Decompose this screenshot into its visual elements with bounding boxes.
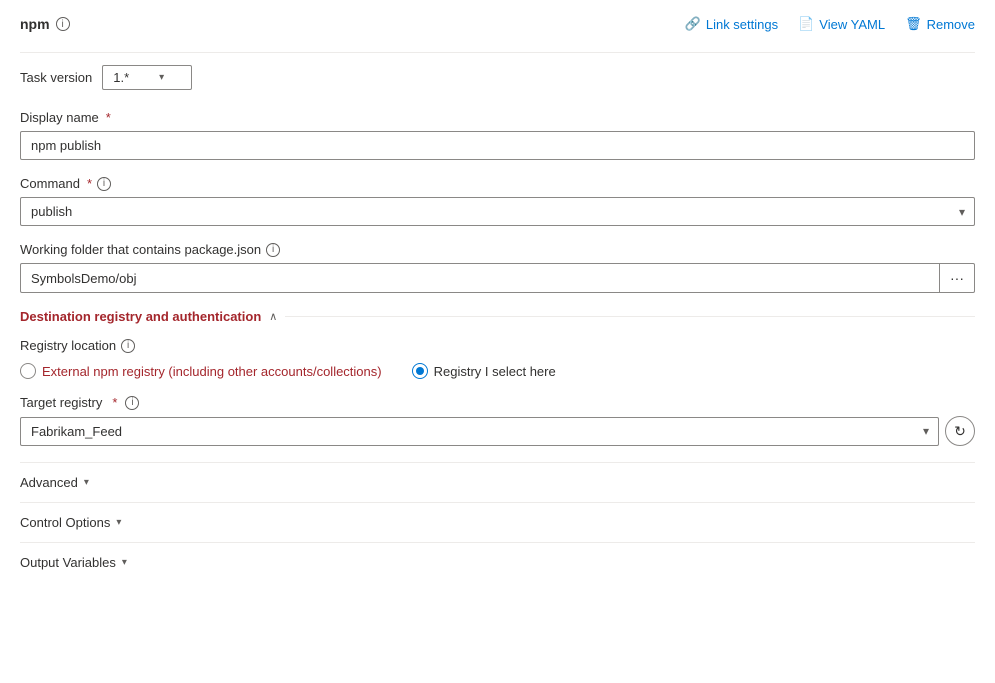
select-here-radio[interactable] <box>412 363 428 379</box>
link-settings-button[interactable]: 🔗 Link settings <box>685 16 778 32</box>
link-settings-label: Link settings <box>706 17 778 32</box>
remove-button[interactable]: 🗑 Remove <box>905 16 975 32</box>
working-folder-label: Working folder that contains package.jso… <box>20 242 261 257</box>
target-registry-required: * <box>112 395 117 410</box>
target-registry-group: Target registry * i Fabrikam_Feed ▾ ↻ <box>20 395 975 446</box>
ellipsis-icon: ··· <box>950 270 964 286</box>
task-version-row: Task version 1.* ▾ <box>20 65 975 90</box>
control-options-header[interactable]: Control Options ▾ <box>20 515 975 530</box>
header-divider <box>20 52 975 53</box>
command-select[interactable]: publish install ci custom <box>20 197 975 226</box>
advanced-chevron: ▾ <box>84 477 89 488</box>
registry-location-group: Registry location i External npm registr… <box>20 338 975 379</box>
registry-location-info-icon[interactable]: i <box>121 339 135 353</box>
display-name-input[interactable] <box>20 131 975 160</box>
select-here-label: Registry I select here <box>434 364 556 379</box>
select-here-radio-dot <box>416 367 424 375</box>
command-group: Command * i publish install ci custom ▾ <box>20 176 975 226</box>
npm-title: npm <box>20 16 50 32</box>
yaml-icon: 📄 <box>798 16 814 32</box>
view-yaml-button[interactable]: 📄 View YAML <box>798 16 885 32</box>
refresh-icon: ↻ <box>954 423 966 440</box>
output-variables-section: Output Variables ▾ <box>20 542 975 582</box>
target-registry-label: Target registry <box>20 395 102 410</box>
output-variables-chevron: ▾ <box>122 557 127 568</box>
command-label: Command <box>20 176 80 191</box>
control-options-label: Control Options <box>20 515 110 530</box>
working-folder-input[interactable] <box>20 263 940 293</box>
working-folder-input-row: ··· <box>20 263 975 293</box>
external-registry-option[interactable]: External npm registry (including other a… <box>20 363 382 379</box>
command-required: * <box>87 176 92 191</box>
registry-location-label-row: Registry location i <box>20 338 975 353</box>
select-here-option[interactable]: Registry I select here <box>412 363 556 379</box>
npm-info-icon[interactable]: i <box>56 17 70 31</box>
display-name-group: Display name * <box>20 110 975 160</box>
working-folder-label-row: Working folder that contains package.jso… <box>20 242 975 257</box>
display-name-required: * <box>106 110 111 125</box>
task-version-select[interactable]: 1.* ▾ <box>102 65 192 90</box>
header-left: npm i <box>20 16 70 32</box>
task-version-chevron: ▾ <box>159 72 164 83</box>
registry-location-options: External npm registry (including other a… <box>20 363 975 379</box>
output-variables-header[interactable]: Output Variables ▾ <box>20 555 975 570</box>
advanced-section: Advanced ▾ <box>20 462 975 502</box>
target-registry-select-wrapper: Fabrikam_Feed ▾ <box>20 417 939 446</box>
target-registry-select-row: Fabrikam_Feed ▾ ↻ <box>20 416 975 446</box>
command-select-wrapper: publish install ci custom ▾ <box>20 197 975 226</box>
advanced-header[interactable]: Advanced ▾ <box>20 475 975 490</box>
display-name-label-row: Display name * <box>20 110 975 125</box>
advanced-label: Advanced <box>20 475 78 490</box>
destination-section-toggle[interactable]: ∧ <box>269 310 277 323</box>
working-folder-group: Working folder that contains package.jso… <box>20 242 975 293</box>
output-variables-label: Output Variables <box>20 555 116 570</box>
control-options-chevron: ▾ <box>116 517 121 528</box>
task-version-value: 1.* <box>113 70 129 85</box>
display-name-label: Display name <box>20 110 99 125</box>
header-actions: 🔗 Link settings 📄 View YAML 🗑 Remove <box>685 16 975 32</box>
working-folder-info-icon[interactable]: i <box>266 243 280 257</box>
target-registry-refresh-button[interactable]: ↻ <box>945 416 975 446</box>
remove-label: Remove <box>927 17 975 32</box>
external-registry-label: External npm registry (including other a… <box>42 364 382 379</box>
external-registry-radio[interactable] <box>20 363 36 379</box>
trash-icon: 🗑 <box>905 16 922 32</box>
destination-section-header: Destination registry and authentication … <box>20 309 975 324</box>
registry-location-label: Registry location <box>20 338 116 353</box>
link-icon: 🔗 <box>685 16 701 32</box>
view-yaml-label: View YAML <box>819 17 885 32</box>
command-info-icon[interactable]: i <box>97 177 111 191</box>
control-options-section: Control Options ▾ <box>20 502 975 542</box>
target-registry-info-icon[interactable]: i <box>125 396 139 410</box>
working-folder-ellipsis-button[interactable]: ··· <box>940 263 975 293</box>
task-version-label: Task version <box>20 70 92 85</box>
destination-section-title: Destination registry and authentication <box>20 309 261 324</box>
command-label-row: Command * i <box>20 176 975 191</box>
destination-section-line <box>285 316 975 317</box>
target-registry-label-row: Target registry * i <box>20 395 975 410</box>
target-registry-select[interactable]: Fabrikam_Feed <box>20 417 939 446</box>
